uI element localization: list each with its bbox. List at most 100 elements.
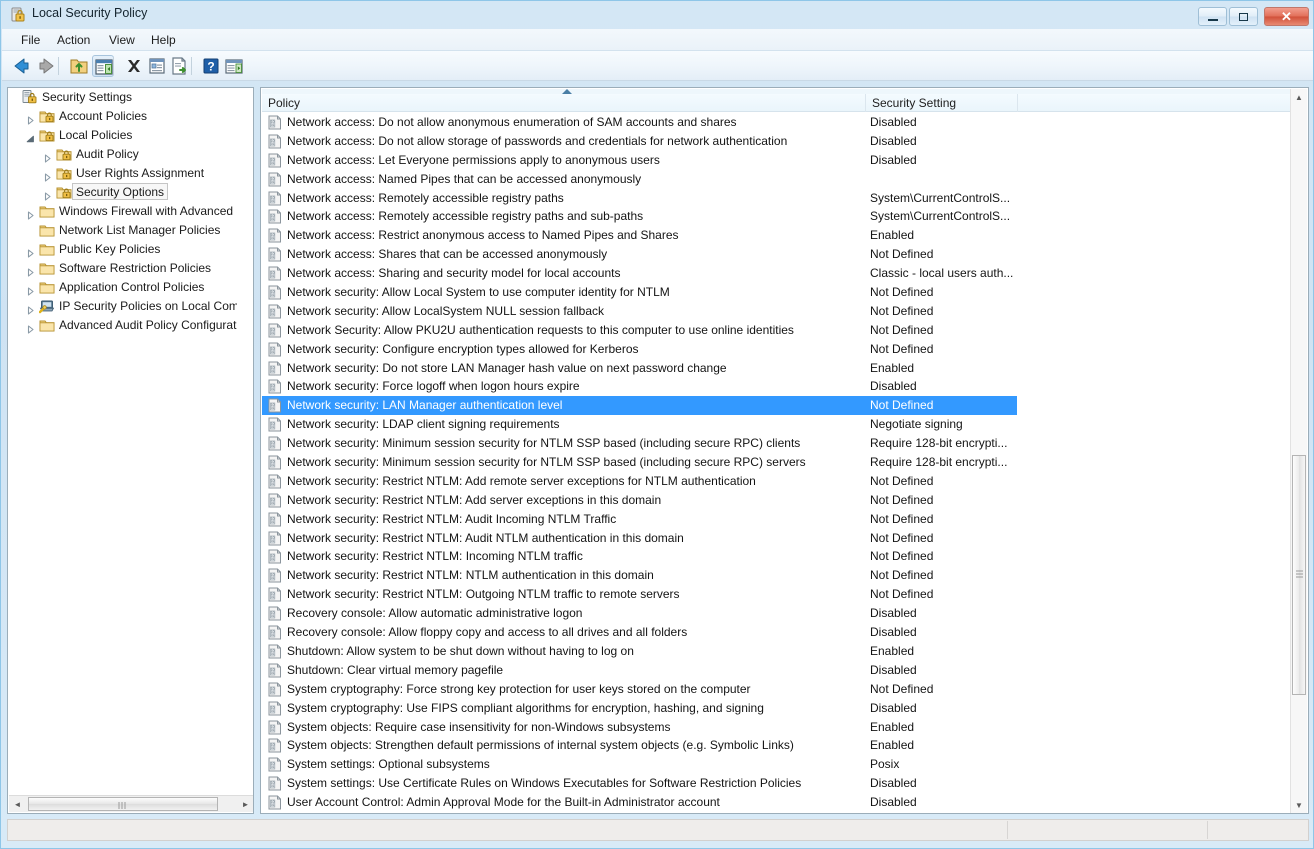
table-row[interactable]: 1001Network access: Remotely accessible …	[262, 207, 1292, 226]
minimize-button[interactable]	[1198, 7, 1227, 26]
policy-name-cell: Network security: Restrict NTLM: Audit N…	[287, 529, 684, 548]
menu-action[interactable]: Action	[50, 32, 97, 49]
table-row[interactable]: 1001Network access: Shares that can be a…	[262, 245, 1292, 264]
table-row[interactable]: 1001System cryptography: Use FIPS compli…	[262, 699, 1292, 718]
table-row[interactable]: 1001Network access: Do not allow storage…	[262, 132, 1292, 151]
scroll-down-icon[interactable]: ▼	[1291, 797, 1307, 814]
list-vscroll-thumb[interactable]	[1292, 455, 1306, 695]
table-row[interactable]: 1001Network security: LAN Manager authen…	[262, 396, 1017, 415]
table-row[interactable]: 1001System settings: Optional subsystems…	[262, 755, 1292, 774]
export-list-icon[interactable]	[169, 55, 191, 77]
table-row[interactable]: 1001Network security: Minimum session se…	[262, 434, 1292, 453]
tree-item-account-policies[interactable]: Account Policies	[8, 107, 237, 126]
close-button[interactable]: ✕	[1264, 7, 1309, 26]
table-row[interactable]: 1001System objects: Strengthen default p…	[262, 736, 1292, 755]
scroll-up-icon[interactable]: ▲	[1291, 89, 1307, 106]
chevron-right-icon[interactable]	[26, 207, 35, 216]
menu-file[interactable]: File	[14, 32, 47, 49]
table-row[interactable]: 1001Network security: Minimum session se…	[262, 453, 1292, 472]
tree-hscroll-thumb[interactable]	[28, 797, 218, 811]
up-folder-icon[interactable]	[68, 55, 90, 77]
table-row[interactable]: 1001System cryptography: Force strong ke…	[262, 680, 1292, 699]
table-row[interactable]: 1001System settings: Use Certificate Rul…	[262, 774, 1292, 793]
help-icon[interactable]: ?	[200, 55, 222, 77]
svg-text:01: 01	[271, 784, 275, 788]
table-row[interactable]: 1001Shutdown: Clear virtual memory pagef…	[262, 661, 1292, 680]
chevron-right-icon[interactable]	[26, 264, 35, 273]
chevron-right-icon[interactable]	[26, 321, 35, 330]
chevron-right-icon[interactable]	[43, 150, 52, 159]
folder-icon	[39, 242, 55, 257]
table-row[interactable]: 1001Network security: Allow Local System…	[262, 283, 1292, 302]
table-row[interactable]: 1001Network security: Allow LocalSystem …	[262, 302, 1292, 321]
delete-icon[interactable]	[123, 55, 145, 77]
policy-document-icon: 1001	[268, 493, 282, 508]
tree-item-windows-firewall-with-advanced-secu[interactable]: Windows Firewall with Advanced Secu	[8, 202, 237, 221]
policy-document-icon: 1001	[268, 795, 282, 810]
chevron-right-icon[interactable]	[26, 302, 35, 311]
column-header-security-setting[interactable]: Security Setting	[866, 94, 1018, 112]
status-pane-3	[1208, 821, 1308, 839]
scroll-left-icon[interactable]: ◄	[9, 796, 26, 812]
scroll-right-icon[interactable]: ►	[237, 796, 254, 812]
show-hide-tree-icon[interactable]	[92, 55, 114, 77]
table-row[interactable]: 1001Network security: Restrict NTLM: Add…	[262, 491, 1292, 510]
svg-text:01: 01	[271, 406, 275, 410]
chevron-right-icon[interactable]	[26, 283, 35, 292]
table-row[interactable]: 1001Network access: Named Pipes that can…	[262, 170, 1292, 189]
table-row[interactable]: 1001Network security: Configure encrypti…	[262, 340, 1292, 359]
tree-item-audit-policy[interactable]: Audit Policy	[8, 145, 237, 164]
back-icon[interactable]	[10, 55, 32, 77]
toolbar-separator	[58, 57, 59, 75]
table-row[interactable]: 1001User Account Control: Admin Approval…	[262, 793, 1292, 812]
table-row[interactable]: 1001Network security: Restrict NTLM: Out…	[262, 585, 1292, 604]
tree-horizontal-scrollbar[interactable]: ◄ ►	[9, 795, 254, 812]
tree-item-security-settings[interactable]: Security Settings	[8, 88, 237, 107]
table-row[interactable]: 1001Shutdown: Allow system to be shut do…	[262, 642, 1292, 661]
tree-item-software-restriction-policies[interactable]: Software Restriction Policies	[8, 259, 237, 278]
minimize-icon	[1199, 8, 1226, 25]
table-row[interactable]: 1001Network security: Restrict NTLM: NTL…	[262, 566, 1292, 585]
table-row[interactable]: 1001Recovery console: Allow automatic ad…	[262, 604, 1292, 623]
policy-name-cell: Network access: Remotely accessible regi…	[287, 189, 564, 208]
table-row[interactable]: 1001User Account Control: Allow UIAccess…	[262, 812, 1292, 814]
table-row[interactable]: 1001Recovery console: Allow floppy copy …	[262, 623, 1292, 642]
table-row[interactable]: 1001System objects: Require case insensi…	[262, 718, 1292, 737]
column-header-blank[interactable]	[1018, 94, 1292, 112]
table-row[interactable]: 1001Network access: Sharing and security…	[262, 264, 1292, 283]
maximize-button[interactable]	[1229, 7, 1258, 26]
show-hide-action-pane-icon[interactable]	[223, 55, 245, 77]
column-header-policy[interactable]: Policy	[262, 94, 866, 112]
chevron-right-icon[interactable]	[43, 188, 52, 197]
tree-item-security-options[interactable]: Security Options	[8, 183, 237, 202]
tree-item-local-policies[interactable]: Local Policies	[8, 126, 237, 145]
table-row[interactable]: 1001Network security: Do not store LAN M…	[262, 359, 1292, 378]
table-row[interactable]: 1001Network security: Restrict NTLM: Aud…	[262, 510, 1292, 529]
table-row[interactable]: 1001Network security: Restrict NTLM: Add…	[262, 472, 1292, 491]
table-row[interactable]: 1001Network access: Remotely accessible …	[262, 189, 1292, 208]
table-row[interactable]: 1001Network security: Restrict NTLM: Aud…	[262, 529, 1292, 548]
tree-item-application-control-policies[interactable]: Application Control Policies	[8, 278, 237, 297]
chevron-down-icon[interactable]	[26, 131, 35, 140]
table-row[interactable]: 1001Network access: Restrict anonymous a…	[262, 226, 1292, 245]
forward-icon[interactable]	[36, 55, 58, 77]
tree-item-user-rights-assignment[interactable]: User Rights Assignment	[8, 164, 237, 183]
table-row[interactable]: 1001Network Security: Allow PKU2U authen…	[262, 321, 1292, 340]
tree-item-public-key-policies[interactable]: Public Key Policies	[8, 240, 237, 259]
menu-view[interactable]: View	[102, 32, 142, 49]
chevron-right-icon[interactable]	[43, 169, 52, 178]
tree-item-ip-security-policies-on-local-computer[interactable]: IP Security Policies on Local Computer	[8, 297, 237, 316]
table-row[interactable]: 1001Network access: Let Everyone permiss…	[262, 151, 1292, 170]
security-setting-cell: Not Defined	[870, 396, 933, 415]
table-row[interactable]: 1001Network security: LDAP client signin…	[262, 415, 1292, 434]
menu-help[interactable]: Help	[144, 32, 183, 49]
properties-icon[interactable]	[146, 55, 168, 77]
chevron-right-icon[interactable]	[26, 112, 35, 121]
list-vertical-scrollbar[interactable]: ▲ ▼	[1290, 89, 1307, 814]
tree-item-network-list-manager-policies[interactable]: Network List Manager Policies	[8, 221, 237, 240]
table-row[interactable]: 1001Network security: Restrict NTLM: Inc…	[262, 547, 1292, 566]
chevron-right-icon[interactable]	[26, 245, 35, 254]
table-row[interactable]: 1001Network access: Do not allow anonymo…	[262, 113, 1292, 132]
table-row[interactable]: 1001Network security: Force logoff when …	[262, 377, 1292, 396]
tree-item-advanced-audit-policy-configuration[interactable]: Advanced Audit Policy Configuration	[8, 316, 237, 335]
